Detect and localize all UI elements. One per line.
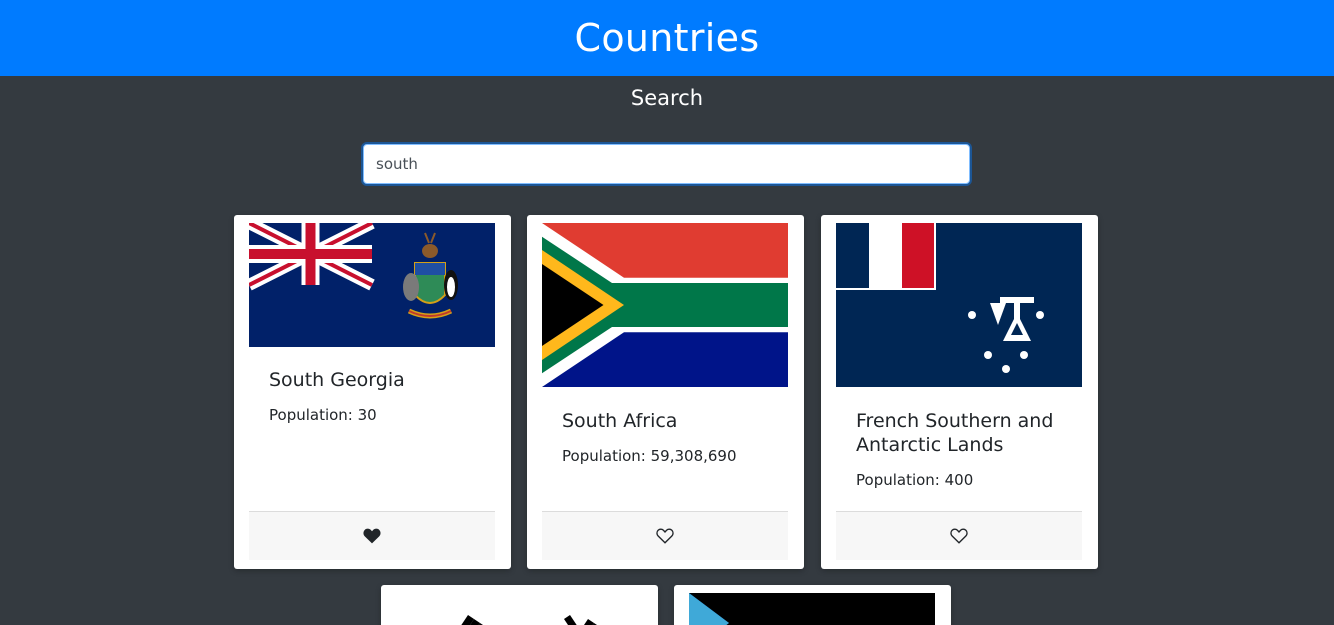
flag-south-africa <box>542 223 788 387</box>
search-input[interactable] <box>363 144 970 184</box>
country-name: French Southern and Antarctic Lands <box>856 410 1054 456</box>
country-card-south-sudan <box>674 585 951 625</box>
country-name: South Africa <box>562 410 678 432</box>
country-card-south-georgia: South Georgia Population: 30 <box>234 215 511 569</box>
page-title: Countries <box>574 16 760 60</box>
country-population: Population: 400 <box>856 471 974 489</box>
search-heading: Search <box>630 86 704 110</box>
country-population: Population: 30 <box>269 406 377 424</box>
card-footer <box>249 511 495 560</box>
heart-outline-icon[interactable] <box>653 524 677 548</box>
country-population: Population: 59,308,690 <box>562 447 737 465</box>
country-name: South Georgia <box>269 369 405 391</box>
heart-filled-icon[interactable] <box>360 524 384 548</box>
flag-french-southern-lands <box>836 223 1082 387</box>
card-footer <box>542 511 788 560</box>
heart-outline-icon[interactable] <box>947 524 971 548</box>
flag-south-korea <box>396 593 642 625</box>
flag-south-georgia <box>249 223 495 347</box>
flag-south-sudan <box>689 593 935 625</box>
card-footer <box>836 511 1082 560</box>
country-card-french-southern-lands: French Southern and Antarctic Lands Popu… <box>821 215 1098 569</box>
country-card-south-korea <box>381 585 658 625</box>
country-card-south-africa: South Africa Population: 59,308,690 <box>527 215 804 569</box>
app-header: Countries <box>0 0 1334 76</box>
